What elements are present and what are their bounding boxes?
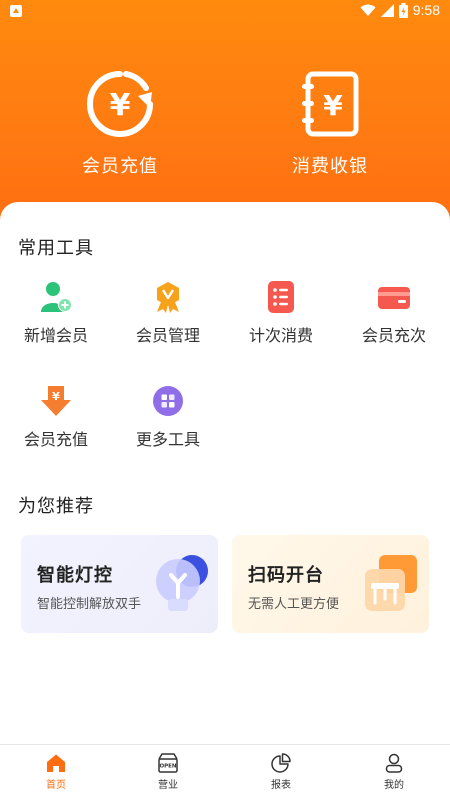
tab-label: 营业 (158, 780, 178, 791)
tab-label: 首页 (46, 780, 66, 791)
bottom-tab-bar: 首页 OPEN 营业 报表 我的 (0, 744, 450, 800)
recommend-title: 为您推荐 (18, 496, 94, 517)
checkout-button[interactable]: ¥ 消费收银 (250, 70, 410, 178)
tool-label: 会员充值 (23, 430, 88, 449)
member-badge-icon (157, 282, 179, 313)
tool-label: 会员管理 (135, 326, 200, 345)
app-notification-icon (10, 5, 22, 17)
light-bulb-icon (156, 555, 208, 611)
tab-mine[interactable]: 我的 (338, 753, 450, 791)
home-icon (47, 754, 65, 772)
tab-home[interactable]: 首页 (0, 753, 112, 791)
shop-icon: OPEN (158, 753, 178, 773)
status-bar: 9:58 (0, 0, 450, 24)
header-banner: 9:58 ¥ 会员充值 ¥ 消费收银 (0, 0, 450, 230)
tab-label: 我的 (384, 780, 404, 791)
wifi-icon (360, 4, 376, 16)
status-icons: 9:58 (360, 2, 440, 18)
tab-reports[interactable]: 报表 (225, 753, 337, 791)
common-tools-title: 常用工具 (18, 238, 94, 259)
tool-label: 更多工具 (135, 430, 200, 449)
svg-text:¥: ¥ (110, 88, 131, 123)
card-subtitle: 智能控制解放双手 (37, 597, 142, 612)
tool-more[interactable]: 更多工具 (112, 384, 224, 450)
recharge-icon: ¥ (41, 386, 71, 416)
tool-label: 新增会员 (23, 326, 88, 345)
card-icon (378, 287, 410, 309)
smart-light-card[interactable]: 智能灯控 智能控制解放双手 (21, 535, 218, 633)
svg-text:¥: ¥ (323, 89, 343, 122)
tool-label: 会员充次 (361, 326, 426, 345)
recharge-cycle-icon: ¥ (87, 71, 153, 137)
checkout-label: 消费收银 (292, 156, 368, 177)
svg-text:OPEN: OPEN (159, 764, 176, 770)
tab-business[interactable]: OPEN 营业 (112, 753, 224, 791)
ledger-book-icon: ¥ (302, 71, 359, 137)
member-recharge-button[interactable]: ¥ 会员充值 (40, 70, 200, 178)
list-icon (268, 281, 294, 313)
card-title: 扫码开台 (248, 565, 324, 586)
pie-chart-icon (271, 753, 291, 773)
signal-icon (380, 3, 394, 17)
card-title: 智能灯控 (37, 565, 113, 586)
grid-icon (153, 386, 183, 416)
tool-member-recharge[interactable]: ¥ 会员充值 (0, 384, 112, 450)
tool-add-member[interactable]: 新增会员 (0, 280, 112, 346)
battery-icon (398, 2, 408, 18)
main-content: 常用工具 新增会员 会员管理 计次消费 会员充次 ¥ 会员充值 更多工具 为您推… (0, 202, 450, 747)
table-icon (365, 555, 417, 611)
tool-member-count-recharge[interactable]: 会员充次 (338, 280, 450, 346)
user-icon (385, 753, 403, 773)
status-time: 9:58 (412, 2, 440, 18)
add-member-icon (41, 282, 72, 312)
tool-label: 计次消费 (248, 326, 313, 345)
card-subtitle: 无需人工更方便 (248, 597, 340, 612)
svg-text:¥: ¥ (52, 390, 60, 403)
tool-count-consume[interactable]: 计次消费 (225, 280, 337, 346)
member-recharge-label: 会员充值 (82, 156, 158, 177)
tool-member-manage[interactable]: 会员管理 (112, 280, 224, 346)
scan-open-table-card[interactable]: 扫码开台 无需人工更方便 (232, 535, 429, 633)
tab-label: 报表 (271, 780, 291, 791)
